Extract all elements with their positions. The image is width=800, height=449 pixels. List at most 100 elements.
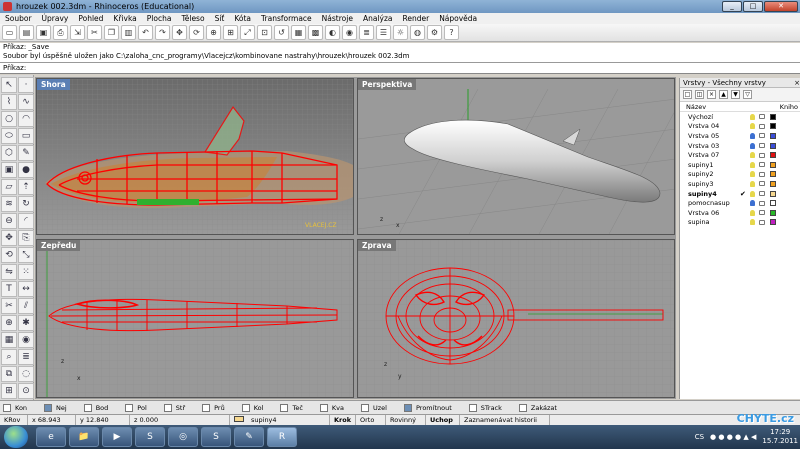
help-icon[interactable]: ? xyxy=(444,25,459,40)
osnap-option[interactable]: Uzel xyxy=(361,403,387,412)
four-viewports-icon[interactable]: ▦ xyxy=(291,25,306,40)
zoom-icon[interactable]: ⊕ xyxy=(206,25,221,40)
layer-color-swatch[interactable] xyxy=(770,209,776,216)
layer-name[interactable]: supiny4 xyxy=(688,190,740,198)
visibility-bulb-icon[interactable] xyxy=(750,161,755,168)
explorer-icon[interactable]: 📁 xyxy=(69,427,99,447)
layer-name[interactable]: supina xyxy=(688,218,740,226)
layer-name[interactable]: supiny1 xyxy=(688,161,740,169)
render-icon[interactable]: ◉ xyxy=(342,25,357,40)
curve-icon[interactable]: ∿ xyxy=(18,94,34,110)
osnap-checkbox[interactable] xyxy=(241,403,250,412)
layer-color-swatch[interactable] xyxy=(770,180,776,187)
properties-icon[interactable]: ☰ xyxy=(376,25,391,40)
layer-name[interactable]: Vrstva 03 xyxy=(688,142,740,150)
menu-pohled[interactable]: Pohled xyxy=(73,14,108,23)
viewport-top[interactable]: Shora VLACEJ.CZ xyxy=(36,78,354,235)
redo-icon[interactable]: ↷ xyxy=(155,25,170,40)
visibility-bulb-icon[interactable] xyxy=(750,209,755,216)
visibility-bulb-icon[interactable] xyxy=(750,190,755,197)
new-file-icon[interactable]: ▭ xyxy=(2,25,17,40)
menu-kota[interactable]: Kóta xyxy=(229,14,256,23)
boolean-icon[interactable]: ⊖ xyxy=(1,213,17,229)
osnap-checkbox[interactable] xyxy=(319,403,328,412)
open-folder-icon[interactable]: ▤ xyxy=(19,25,34,40)
record-history-toggle[interactable]: Zaznamenávat historii xyxy=(460,414,550,426)
circle-icon[interactable]: ○ xyxy=(1,111,17,127)
layer-name[interactable]: Vrstva 04 xyxy=(688,122,740,130)
layer-row[interactable]: supiny1 xyxy=(680,160,800,170)
layers-close-icon[interactable]: × xyxy=(794,78,800,87)
layer-name[interactable]: supiny3 xyxy=(688,180,740,188)
trim-icon[interactable]: ✂ xyxy=(1,298,17,314)
chrome-icon[interactable]: ◎ xyxy=(168,427,198,447)
layer-color-swatch[interactable] xyxy=(770,190,776,197)
filter-icon[interactable]: ▽ xyxy=(743,90,752,99)
osnap-toggle[interactable]: Uchop xyxy=(426,414,460,426)
osnap-option[interactable]: Nej xyxy=(44,403,67,412)
shade-icon[interactable]: ◐ xyxy=(325,25,340,40)
arc-icon[interactable]: ◠ xyxy=(18,111,34,127)
layer-color-swatch[interactable] xyxy=(770,132,776,139)
skype-icon[interactable]: S xyxy=(135,427,165,447)
osnap-option[interactable]: Bod xyxy=(83,403,108,412)
layer-color-swatch[interactable] xyxy=(770,113,776,120)
snap-icon[interactable]: ⊙ xyxy=(18,383,34,399)
viewport-perspective[interactable]: Perspektiva z x xyxy=(357,78,675,235)
clock[interactable]: 17:29 15.7.2011 xyxy=(762,428,798,446)
osnap-option[interactable]: STrack xyxy=(468,403,502,412)
polyline-icon[interactable]: ⌇ xyxy=(1,94,17,110)
menu-transformace[interactable]: Transformace xyxy=(256,14,317,23)
layer-row[interactable]: Vrstva 06 xyxy=(680,208,800,218)
copy-tool-icon[interactable]: ⎘ xyxy=(18,230,34,246)
new-sublayer-icon[interactable]: ◫ xyxy=(695,90,704,99)
lock-icon[interactable] xyxy=(759,171,765,177)
planar-toggle[interactable]: Rovinný xyxy=(386,414,426,426)
grid-icon[interactable]: ▩ xyxy=(308,25,323,40)
layer-color-swatch[interactable] xyxy=(770,152,776,159)
menu-plocha[interactable]: Plocha xyxy=(142,14,177,23)
layer-row[interactable]: Vrstva 03 xyxy=(680,141,800,151)
layer-color-swatch[interactable] xyxy=(770,161,776,168)
media-player-icon[interactable]: ▶ xyxy=(102,427,132,447)
osnap-option[interactable]: Stř xyxy=(163,403,185,412)
osnap-checkbox[interactable] xyxy=(280,403,289,412)
osnap-option[interactable]: Kon xyxy=(3,403,27,412)
mesh-icon[interactable]: ▦ xyxy=(1,332,17,348)
render-tool-icon[interactable]: ◉ xyxy=(18,332,34,348)
layer-row[interactable]: supiny4 ✔ xyxy=(680,189,800,199)
visibility-bulb-icon[interactable] xyxy=(750,142,755,149)
menu-napoveda[interactable]: Nápověda xyxy=(434,14,482,23)
osnap-checkbox[interactable] xyxy=(44,403,53,412)
osnap-option[interactable]: Prů xyxy=(202,403,225,412)
loft-icon[interactable]: ≋ xyxy=(1,196,17,212)
visibility-bulb-icon[interactable] xyxy=(750,180,755,187)
text-icon[interactable]: T xyxy=(1,281,17,297)
save-icon[interactable]: ▣ xyxy=(36,25,51,40)
maximize-button[interactable]: □ xyxy=(743,1,763,12)
command-input[interactable]: Příkaz: xyxy=(0,63,800,74)
visibility-bulb-icon[interactable] xyxy=(750,123,755,130)
layers-icon[interactable]: ≣ xyxy=(359,25,374,40)
layer-row[interactable]: Výchozí xyxy=(680,112,800,122)
visibility-bulb-icon[interactable] xyxy=(750,132,755,139)
sphere-icon[interactable]: ● xyxy=(18,162,34,178)
layer-name[interactable]: Vrstva 05 xyxy=(688,132,740,140)
visibility-bulb-icon[interactable] xyxy=(750,171,755,178)
osnap-option[interactable]: Kva xyxy=(319,403,344,412)
osnap-checkbox[interactable] xyxy=(202,403,211,412)
menu-krivka[interactable]: Křivka xyxy=(108,14,141,23)
materials-icon[interactable]: ◍ xyxy=(410,25,425,40)
menu-teleso[interactable]: Těleso xyxy=(176,14,209,23)
viewport-right[interactable]: Zprava z y xyxy=(357,239,675,398)
menu-upravy[interactable]: Úpravy xyxy=(37,14,74,23)
osnap-option[interactable]: Teč xyxy=(280,403,303,412)
layer-name[interactable]: Vrstva 07 xyxy=(688,151,740,159)
layer-color-swatch[interactable] xyxy=(770,200,776,207)
lock-icon[interactable] xyxy=(759,191,765,197)
osnap-checkbox[interactable] xyxy=(125,403,134,412)
cplane-indicator[interactable]: KRov xyxy=(0,414,28,426)
lock-icon[interactable] xyxy=(759,152,765,158)
rotate-view-icon[interactable]: ⟳ xyxy=(189,25,204,40)
surface-icon[interactable]: ▱ xyxy=(1,179,17,195)
